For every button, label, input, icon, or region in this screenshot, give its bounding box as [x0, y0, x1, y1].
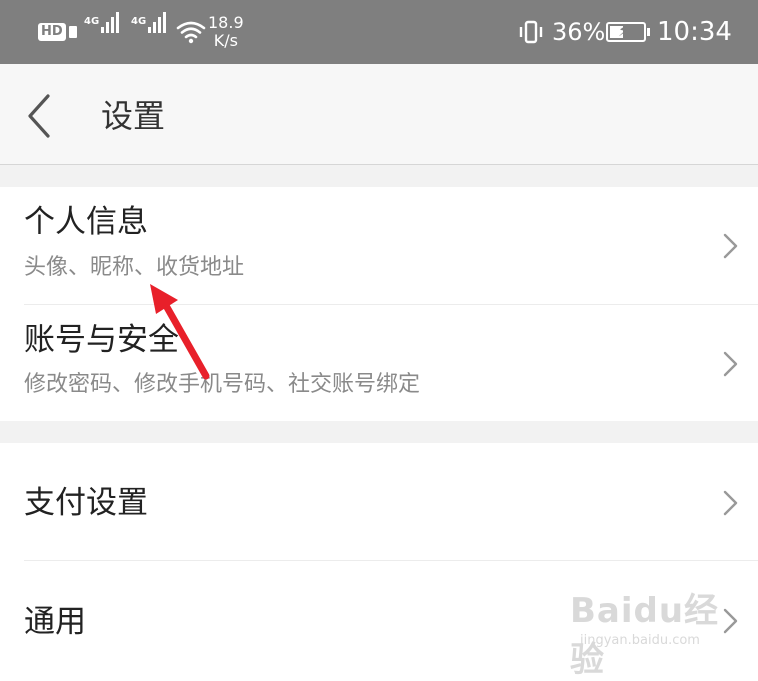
vibrate-icon — [518, 0, 544, 64]
network-speed: 18.9 K/s — [208, 0, 244, 64]
network-label-2: 4G — [131, 16, 147, 27]
signal-icon-1: 4G — [84, 0, 120, 64]
network-label-1: 4G — [84, 16, 100, 27]
clock: 10:34 — [657, 17, 732, 47]
chevron-right-icon — [723, 490, 738, 516]
chevron-right-icon — [723, 233, 738, 259]
section-gap — [0, 421, 758, 443]
section-gap — [0, 165, 758, 187]
hd-icon: HD — [38, 0, 77, 64]
row-subtitle: 头像、昵称、收货地址 — [24, 255, 245, 280]
battery-percentage: 36% — [552, 18, 606, 46]
speed-value: 18.9 — [208, 13, 244, 32]
wifi-icon — [176, 0, 206, 64]
row-title: 个人信息 — [24, 204, 148, 240]
row-title: 账号与安全 — [24, 322, 179, 358]
back-button[interactable] — [22, 93, 62, 139]
row-title: 通用 — [24, 604, 86, 640]
page-title: 设置 — [101, 97, 166, 135]
settings-row-account-security[interactable]: 账号与安全 修改密码、修改手机号码、社交账号绑定 — [0, 305, 758, 421]
chevron-right-icon — [723, 351, 738, 377]
settings-row-personal-info[interactable]: 个人信息 头像、昵称、收货地址 — [0, 187, 758, 304]
row-title: 支付设置 — [24, 485, 148, 521]
app-bar: 设置 — [0, 64, 758, 165]
watermark-logo: Baidu经验 — [570, 591, 720, 680]
row-subtitle: 修改密码、修改手机号码、社交账号绑定 — [24, 372, 421, 397]
signal-icon-2: 4G — [131, 0, 167, 64]
hd-label: HD — [38, 23, 66, 41]
battery-icon: ⚡ — [606, 0, 650, 64]
settings-row-payment-settings[interactable]: 支付设置 — [0, 443, 758, 560]
watermark-url: jingyan.baidu.com — [580, 633, 700, 648]
speed-unit: K/s — [213, 31, 238, 50]
baidu-watermark: Baidu经验 jingyan.baidu.com — [570, 583, 730, 680]
chevron-left-icon — [28, 94, 50, 138]
status-bar: HD 4G 4G 18.9 K/s 36% ⚡ 10:34 — [0, 0, 758, 64]
